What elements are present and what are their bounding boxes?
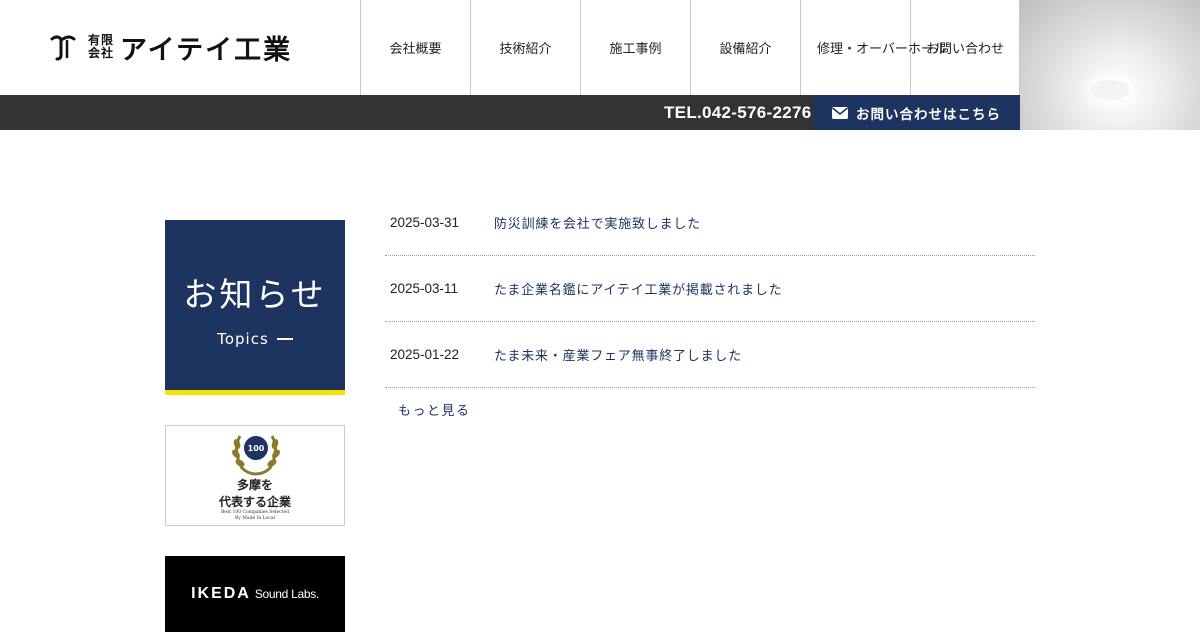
- nav-item-technology[interactable]: 技術紹介: [470, 0, 580, 95]
- ikeda-main-text: IKEDA: [191, 585, 251, 602]
- more-link[interactable]: もっと見る: [398, 400, 471, 419]
- header-photo: [1020, 0, 1200, 130]
- logo-small-bottom: 会社: [88, 46, 115, 60]
- contact-button-label: お問い合わせはこちら: [856, 106, 1001, 123]
- news-date: 2025-01-22: [390, 347, 460, 362]
- topics-subtitle-text: Topics: [217, 330, 269, 348]
- site-logo[interactable]: 有限 会社 アイテイ工業: [48, 30, 293, 66]
- news-date: 2025-03-31: [390, 215, 460, 230]
- contact-button[interactable]: お問い合わせはこちら: [813, 95, 1020, 130]
- logo-mark-icon: [48, 32, 78, 62]
- nav-item-equipment[interactable]: 設備紹介: [690, 0, 800, 95]
- topics-subtitle: Topics: [165, 330, 345, 348]
- header-photo-highlight: [1090, 80, 1130, 100]
- ikeda-sound-labs-banner[interactable]: IKEDA Sound Labs.: [165, 556, 345, 632]
- news-date: 2025-03-11: [390, 281, 459, 296]
- logo-company-name: アイテイ工業: [120, 34, 293, 66]
- phone-number[interactable]: TEL.042-576-2276: [664, 95, 812, 130]
- badge-small2: By Made In Local: [235, 516, 275, 521]
- laurel-number: 100: [248, 444, 265, 453]
- badge-line1: 多摩を: [236, 478, 273, 492]
- mail-icon: [832, 106, 848, 119]
- topics-title: お知らせ: [183, 275, 327, 314]
- dash-icon: [276, 338, 293, 340]
- nav-item-repair[interactable]: 修理・オーバーホール: [800, 0, 947, 95]
- badge-line2: 代表する企業: [218, 495, 291, 509]
- news-link[interactable]: 防災訓練を会社で実施致しました: [494, 213, 701, 232]
- global-nav: 会社概要 技術紹介 施工事例 設備紹介 修理・オーバーホール お問い合わせ: [360, 0, 1020, 95]
- news-item: 2025-03-31 防災訓練を会社で実施致しました: [385, 190, 1035, 256]
- news-item: 2025-03-11 たま企業名鑑にアイテイ工業が掲載されました: [385, 256, 1035, 322]
- tama-100-companies-banner[interactable]: 100 多摩を 代表する企業 Best 100 Companies Select…: [165, 425, 345, 526]
- topics-heading-box: お知らせ Topics: [165, 220, 345, 395]
- ikeda-sub-text: Sound Labs.: [254, 587, 319, 601]
- news-link[interactable]: たま未来・産業フェア無事終了しました: [494, 345, 742, 364]
- news-list: 2025-03-31 防災訓練を会社で実施致しました 2025-03-11 たま…: [385, 190, 1035, 388]
- nav-item-company[interactable]: 会社概要: [360, 0, 470, 95]
- laurel-badge-icon: 100: [230, 430, 282, 480]
- news-link[interactable]: たま企業名鑑にアイテイ工業が掲載されました: [494, 279, 783, 298]
- nav-item-repair-label: 修理・オーバーホール: [817, 42, 947, 57]
- logo-company-type: 有限 会社: [88, 34, 114, 60]
- news-item: 2025-01-22 たま未来・産業フェア無事終了しました: [385, 322, 1035, 388]
- badge-small1: Best 100 Companies Selected: [221, 510, 289, 515]
- nav-item-cases[interactable]: 施工事例: [580, 0, 690, 95]
